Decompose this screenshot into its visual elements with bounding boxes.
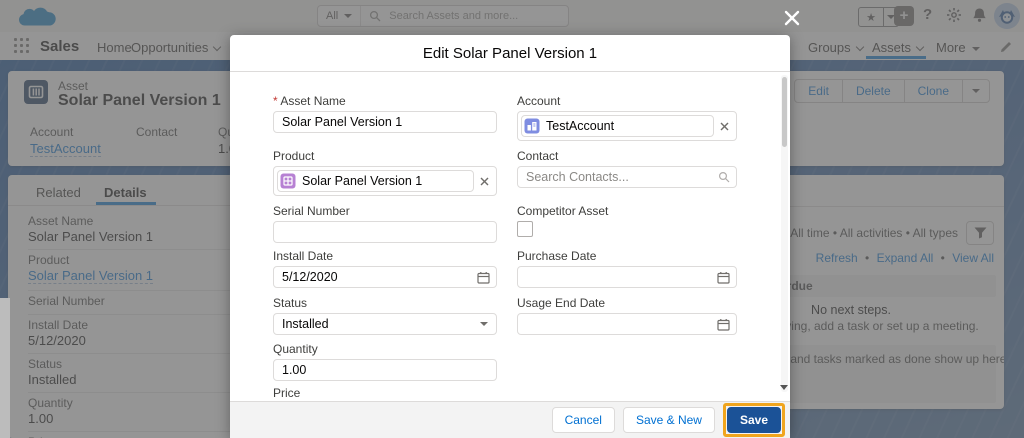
account-lookup[interactable]: TestAccount [517,111,737,141]
competitor-asset-checkbox[interactable] [517,221,533,237]
product-pill-label: Solar Panel Version 1 [302,174,423,188]
product-lookup[interactable]: Solar Panel Version 1 [273,166,497,196]
field-purchase-date: Purchase Date [517,250,737,288]
account-object-icon [524,118,540,134]
status-select[interactable]: Installed [273,313,497,335]
asset-name-input[interactable] [273,111,497,133]
field-quantity: Quantity [273,343,497,381]
account-pill-label: TestAccount [546,119,615,133]
save-button[interactable]: Save [726,407,781,433]
remove-product-icon[interactable] [480,177,489,186]
chevron-down-icon [480,322,488,326]
product-object-icon [280,173,296,189]
save-button-highlight: Save [722,403,785,437]
account-pill[interactable]: TestAccount [521,115,714,137]
purchase-date-input[interactable] [517,266,737,288]
install-date-input[interactable] [273,266,497,288]
save-and-new-button[interactable]: Save & New [622,407,715,433]
field-usage-end-date: Usage End Date [517,297,737,335]
modal-scrollbar-thumb[interactable] [782,77,787,147]
field-account: Account TestAccount [517,95,737,141]
usage-end-date-input[interactable] [517,313,737,335]
remove-account-icon[interactable] [720,122,729,131]
page-scrollbar[interactable] [0,298,10,438]
status-value: Installed [282,317,329,331]
modal-close-icon[interactable] [779,5,805,31]
calendar-icon[interactable] [717,318,730,331]
modal-scrollbar[interactable] [781,75,788,392]
quantity-input[interactable] [273,359,497,381]
field-product: Product Solar Panel Version 1 [273,150,497,196]
modal-footer: Cancel Save & New Save [230,401,790,438]
field-status: Status Installed [273,297,497,335]
field-asset-name: Asset Name [273,95,497,133]
edit-asset-modal: Edit Solar Panel Version 1 Asset Name Pr… [230,35,790,438]
modal-title: Edit Solar Panel Version 1 [422,44,598,62]
calendar-icon[interactable] [717,271,730,284]
contact-search-input[interactable] [517,166,737,188]
field-install-date: Install Date [273,250,497,288]
serial-number-input[interactable] [273,221,497,243]
search-icon [718,171,730,183]
calendar-icon[interactable] [477,271,490,284]
field-contact: Contact [517,150,737,188]
field-competitor-asset: Competitor Asset [517,205,737,242]
product-pill[interactable]: Solar Panel Version 1 [277,170,474,192]
salesforce-app: All ★ + ? [0,0,1024,438]
modal-header: Edit Solar Panel Version 1 [230,35,790,72]
scrollbar-down-arrow[interactable] [780,385,788,390]
field-serial-number: Serial Number [273,205,497,243]
cancel-button[interactable]: Cancel [551,407,615,433]
